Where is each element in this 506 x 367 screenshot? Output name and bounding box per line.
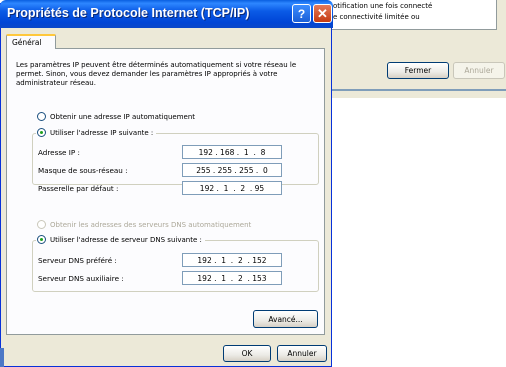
- radio-auto-ip-label: Obtenir une adresse IP automatiquement: [50, 112, 196, 121]
- subnet-mask-field[interactable]: 255 . 255 . 255 . 0: [182, 163, 282, 177]
- ip-address-label: Adresse IP :: [38, 148, 80, 157]
- advanced-button[interactable]: Avancé...: [253, 310, 318, 328]
- tcpip-properties-dialog: Propriétés de Protocole Internet (TCP/IP…: [0, 0, 333, 367]
- background-cancel-button: Annuler: [453, 62, 505, 79]
- background-text-line-2: e connectivité limitée ou: [333, 13, 420, 21]
- alternate-dns-label: Serveur DNS auxiliaire :: [38, 274, 124, 283]
- radio-manual-ip-row[interactable]: Utiliser l'adresse IP suivante :: [36, 128, 157, 137]
- radio-auto-dns-label: Obtenir les adresses des serveurs DNS au…: [50, 220, 252, 229]
- radio-auto-ip-row[interactable]: Obtenir une adresse IP automatiquement: [37, 112, 195, 121]
- cancel-button[interactable]: Annuler: [277, 345, 327, 362]
- background-window-panel: otification une fois connecté e connecti…: [306, 0, 506, 98]
- general-tab-panel: Les paramètres IP peuvent être déterminé…: [6, 48, 325, 335]
- default-gateway-field[interactable]: 192 . 1 . 2 . 95: [182, 181, 282, 195]
- radio-auto-ip[interactable]: [37, 112, 46, 121]
- help-button[interactable]: ?: [292, 4, 311, 23]
- ip-settings-group: [32, 133, 319, 185]
- close-icon: ✕: [317, 5, 328, 21]
- background-text-line-1: otification une fois connecté: [333, 2, 433, 10]
- radio-manual-dns-row[interactable]: Utiliser l'adresse de serveur DNS suivan…: [36, 235, 205, 244]
- ok-button[interactable]: OK: [223, 345, 271, 362]
- background-border: [306, 89, 506, 91]
- radio-auto-dns: [37, 220, 46, 229]
- radio-manual-dns-label: Utiliser l'adresse de serveur DNS suivan…: [50, 235, 202, 244]
- default-gateway-label: Passerelle par défaut :: [38, 184, 119, 193]
- close-button[interactable]: ✕: [313, 4, 332, 23]
- preferred-dns-label: Serveur DNS préféré :: [38, 256, 117, 265]
- radio-manual-ip-label: Utiliser l'adresse IP suivante :: [50, 128, 154, 137]
- title-bar[interactable]: Propriétés de Protocole Internet (TCP/IP…: [0, 0, 333, 28]
- preferred-dns-field[interactable]: 192 . 1 . 2 . 152: [182, 253, 282, 267]
- dialog-title: Propriétés de Protocole Internet (TCP/IP…: [7, 6, 250, 20]
- taskbar-fragment: [0, 348, 4, 367]
- intro-text: Les paramètres IP peuvent être déterminé…: [16, 61, 297, 87]
- help-icon: ?: [297, 6, 306, 21]
- radio-manual-ip[interactable]: [37, 128, 46, 137]
- tab-general[interactable]: Général: [6, 34, 56, 49]
- radio-manual-dns[interactable]: [37, 235, 46, 244]
- alternate-dns-field[interactable]: 192 . 1 . 2 . 153: [182, 271, 282, 285]
- ip-address-field[interactable]: 192 . 168 . 1 . 8: [182, 145, 282, 159]
- radio-auto-dns-row: Obtenir les adresses des serveurs DNS au…: [37, 220, 251, 229]
- background-close-button[interactable]: Fermer: [387, 62, 449, 79]
- subnet-mask-label: Masque de sous-réseau :: [38, 166, 128, 175]
